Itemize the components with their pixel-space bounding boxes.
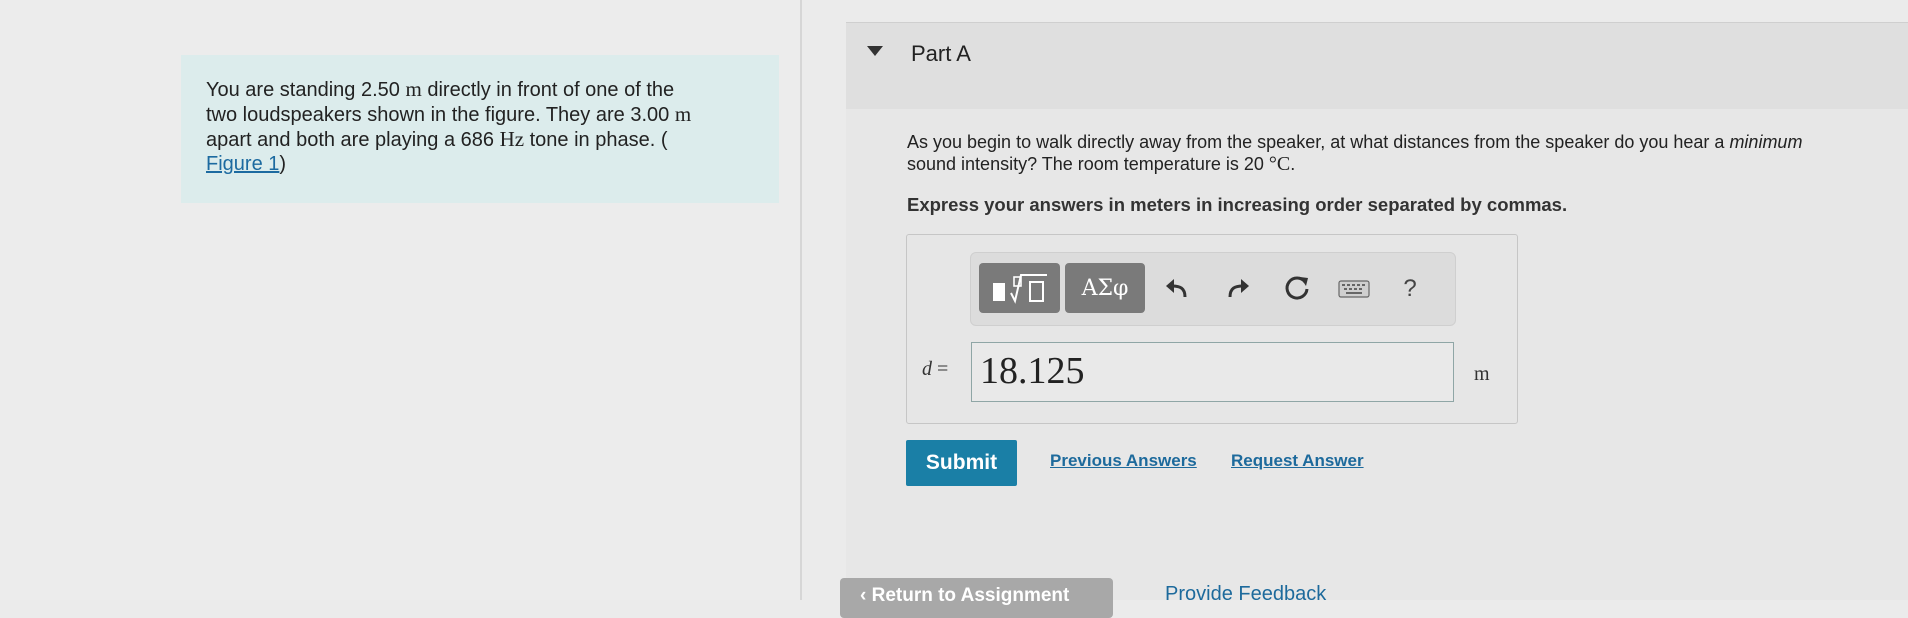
problem-statement: You are standing 2.50 m directly in fron… [181,55,779,203]
greek-letters-button[interactable]: ΑΣφ [1065,263,1145,313]
provide-feedback-link[interactable]: Provide Feedback [1165,583,1326,606]
return-to-assignment-button[interactable]: ‹ Return to Assignment [840,578,1113,618]
part-title: Part A [911,41,971,66]
problem-line-2: two loudspeakers shown in the figure. Th… [206,102,692,126]
question-text: As you begin to walk directly away from … [907,132,1803,175]
answer-input[interactable]: 18.125 [971,342,1454,402]
reset-icon[interactable] [1280,272,1314,306]
figure-link[interactable]: Figure 1 [206,153,279,175]
answer-variable-label: d = [922,358,949,380]
problem-line-4: Figure 1) [206,153,287,175]
problem-line-1: You are standing 2.50 m directly in fron… [206,77,675,101]
request-answer-link[interactable]: Request Answer [1231,451,1364,471]
answer-instruction: Express your answers in meters in increa… [907,194,1568,215]
undo-icon[interactable] [1160,272,1194,306]
help-icon[interactable]: ? [1393,272,1427,306]
pane-divider[interactable] [800,0,802,600]
part-header[interactable] [846,22,1908,109]
previous-answers-link[interactable]: Previous Answers [1050,451,1197,471]
answer-unit: m [1474,363,1490,385]
submit-button[interactable]: Submit [906,440,1017,486]
templates-icon [992,274,1047,304]
templates-button[interactable] [979,263,1060,313]
collapse-caret-icon[interactable] [867,46,883,56]
keyboard-icon[interactable] [1337,272,1371,306]
redo-icon[interactable] [1221,272,1255,306]
problem-line-3: apart and both are playing a 686 Hz tone… [206,127,668,151]
